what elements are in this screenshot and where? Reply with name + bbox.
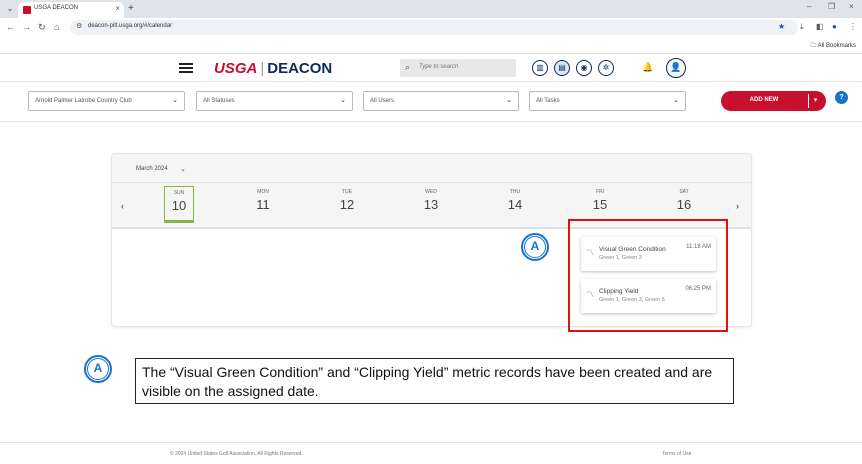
usga-favicon-icon [23,6,31,14]
all-bookmarks-link[interactable]: 🗀 All Bookmarks [810,41,856,51]
hamburger-menu-icon[interactable] [179,63,193,73]
user-select[interactable]: All Users ⌄ [363,91,519,111]
club-select-value: Arnold Palmer Latrobe Country Club [35,98,132,104]
bookmarks-bar: 🗀 All Bookmarks [0,37,862,54]
usga-deacon-logo[interactable]: USGA | DEACON [214,60,332,77]
day-tue[interactable]: TUE 12 [332,189,362,212]
add-new-label: ADD NEW [749,97,779,103]
day-date: 15 [592,197,608,212]
task-select-value: All Tasks [536,98,560,104]
close-tab-icon[interactable]: × [115,4,120,13]
add-new-dropdown-icon[interactable]: ▾ [808,94,822,108]
logo-deacon-text: DEACON [267,60,333,77]
back-icon[interactable]: ← [6,22,15,32]
terms-link[interactable]: Terms of Use [662,451,691,457]
bookmark-star-icon[interactable]: ★ [778,22,785,31]
chevron-down-icon: ⌄ [340,97,346,104]
window-close-icon[interactable]: × [849,2,854,11]
browser-tab[interactable]: USGA DEACON × [18,2,124,18]
day-name: WED [425,189,437,195]
folder-icon: 🗀 [810,43,818,49]
day-date: 10 [171,198,187,213]
day-date: 16 [676,197,692,212]
url-field[interactable]: ⚙ deacon-pilt.usga.org/#/calendar [70,20,798,35]
day-name: THU [509,189,521,195]
page-footer: © 2024 United States Golf Association. A… [0,442,862,464]
notification-bell-icon[interactable]: 🔔 [642,62,653,73]
task-select[interactable]: All Tasks ⌄ [529,91,686,111]
divider [0,121,862,122]
day-date: 14 [507,197,523,212]
day-name: MON [257,189,269,195]
location-icon[interactable]: ◉ [576,60,592,76]
chevron-down-icon: ⌄ [172,97,178,104]
new-tab-icon[interactable]: + [128,3,134,14]
search-placeholder: Type to search [419,64,459,70]
previous-week-icon[interactable]: ‹ [121,201,124,211]
day-fri[interactable]: FRI 15 [585,189,615,212]
minimize-icon[interactable]: – [807,2,811,11]
user-select-value: All Users [370,98,395,104]
day-thu[interactable]: THU 14 [500,189,530,212]
profile-icon[interactable]: ● [832,22,837,31]
app-header: USGA | DEACON ⌕ Type to search ▥ ▤ ◉ ✲ 🔔 👤 [0,55,862,82]
address-bar-row: ← → ↻ ⌂ ⚙ deacon-pilt.usga.org/#/calenda… [0,18,862,37]
download-icon[interactable]: ⤓ [800,22,804,32]
logo-usga-text: USGA [214,60,258,77]
month-selector[interactable]: March 2024 [136,166,168,172]
search-input[interactable]: ⌕ Type to search [400,59,516,77]
chevron-down-icon: ⌄ [673,97,679,104]
home-icon[interactable]: ⌂ [54,22,59,32]
day-sun[interactable]: SUN 10 [164,186,194,223]
site-info-icon[interactable]: ⚙ [76,22,82,30]
browser-tab-bar: ⌄ USGA DEACON × + – ❐ × [0,0,862,18]
next-week-icon[interactable]: › [736,201,739,211]
annotation-marker: A [521,233,549,261]
day-mon[interactable]: MON 11 [248,189,278,212]
browser-menu-icon[interactable]: ⋮ [849,22,857,31]
day-date: 13 [423,197,439,212]
day-name: FRI [595,189,605,195]
side-panel-icon[interactable]: ◧ [816,22,824,31]
copyright-text: © 2024 United States Golf Association. A… [170,451,303,457]
chevron-down-icon: ⌄ [506,97,512,104]
forward-icon[interactable]: → [22,22,31,32]
status-select[interactable]: All Statuses ⌄ [196,91,353,111]
club-select[interactable]: Arnold Palmer Latrobe Country Club ⌄ [28,91,185,111]
day-name: SAT [679,189,689,195]
add-new-button[interactable]: ADD NEW ▾ [721,91,826,111]
user-avatar-icon[interactable]: 👤 [666,58,686,78]
help-icon[interactable]: ? [835,91,848,104]
annotation-note: The “Visual Green Condition” and “Clippi… [135,358,734,404]
dashboard-icon[interactable]: ▥ [532,60,548,76]
chevron-down-icon[interactable]: ⌄ [180,165,186,173]
day-date: 12 [339,197,355,212]
restore-icon[interactable]: ❐ [828,2,835,11]
status-select-value: All Statuses [203,98,235,104]
calendar-header: March 2024 ⌄ [112,154,751,183]
calendar-icon[interactable]: ▤ [554,60,570,76]
day-date: 11 [256,197,270,212]
highlight-box [568,219,728,332]
url-text: deacon-pilt.usga.org/#/calendar [88,23,173,29]
day-sat[interactable]: SAT 16 [669,189,699,212]
settings-icon[interactable]: ✲ [598,60,614,76]
day-wed[interactable]: WED 13 [416,189,446,212]
reload-icon[interactable]: ↻ [38,22,46,33]
annotation-marker: A [84,355,112,383]
all-bookmarks-label: All Bookmarks [817,43,856,49]
search-icon: ⌕ [405,62,411,72]
day-name: SUN [173,190,185,196]
day-name: TUE [342,189,352,195]
tab-title: USGA DEACON [34,5,79,11]
tab-list-icon[interactable]: ⌄ [4,3,16,15]
